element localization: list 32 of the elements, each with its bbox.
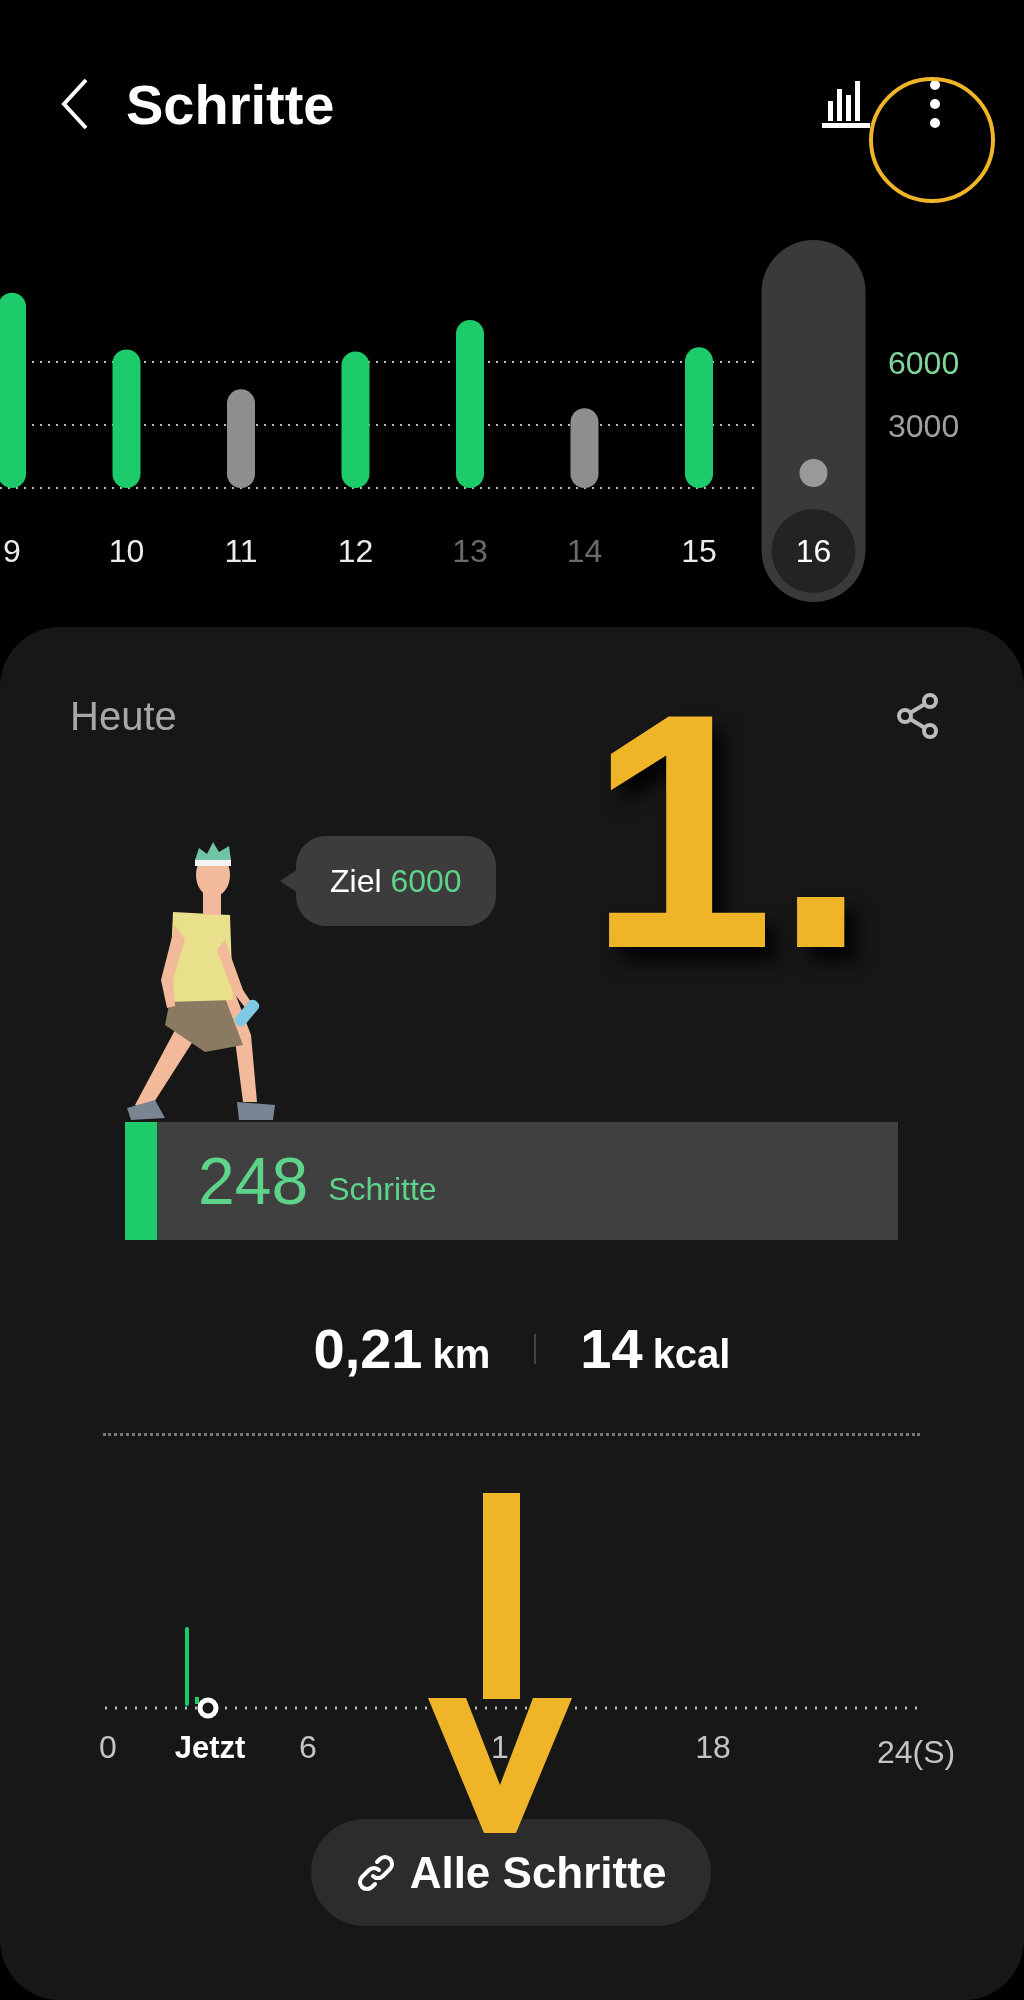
axis-label: 3000 <box>888 408 960 444</box>
link-icon <box>355 1852 396 1893</box>
current-time-label: Jetzt <box>174 1730 246 1765</box>
day-label[interactable]: 15 <box>681 533 717 569</box>
step-unit: Schritte <box>328 1170 437 1208</box>
day-label[interactable]: 14 <box>566 533 603 569</box>
back-button[interactable] <box>60 77 90 131</box>
hour-label: 18 <box>695 1729 731 1765</box>
hour-label: 24(S) <box>876 1734 956 1770</box>
day-label[interactable]: 13 <box>452 533 488 569</box>
stat-value: 0,21 km <box>313 1316 491 1381</box>
hour-label: 6 <box>299 1729 317 1765</box>
bar-chart-icon[interactable] <box>820 79 872 129</box>
annotation-number: 1. <box>588 664 868 999</box>
hour-label: 1 <box>491 1729 509 1765</box>
step-count: 248 <box>198 1143 309 1219</box>
axis-label: 6000 <box>888 345 960 381</box>
day-label[interactable]: 16 <box>795 533 832 569</box>
stat-value: 14 kcal <box>580 1316 731 1381</box>
day-label[interactable]: 11 <box>224 533 258 569</box>
page-title: Schritte <box>126 71 336 137</box>
hour-label: 0 <box>99 1729 117 1765</box>
all-steps-button[interactable]: Alle Schritte <box>311 1819 711 1926</box>
share-icon[interactable] <box>896 692 940 740</box>
day-label[interactable]: 10 <box>108 533 145 569</box>
current-time-marker <box>197 1697 219 1719</box>
bubble-tail <box>280 869 298 893</box>
more-options-icon[interactable] <box>930 80 940 128</box>
day-label[interactable]: 9 <box>3 533 21 569</box>
day-label[interactable]: 12 <box>337 533 374 569</box>
section-title: Heute <box>70 693 177 739</box>
down-arrow-icon <box>428 1493 572 1835</box>
